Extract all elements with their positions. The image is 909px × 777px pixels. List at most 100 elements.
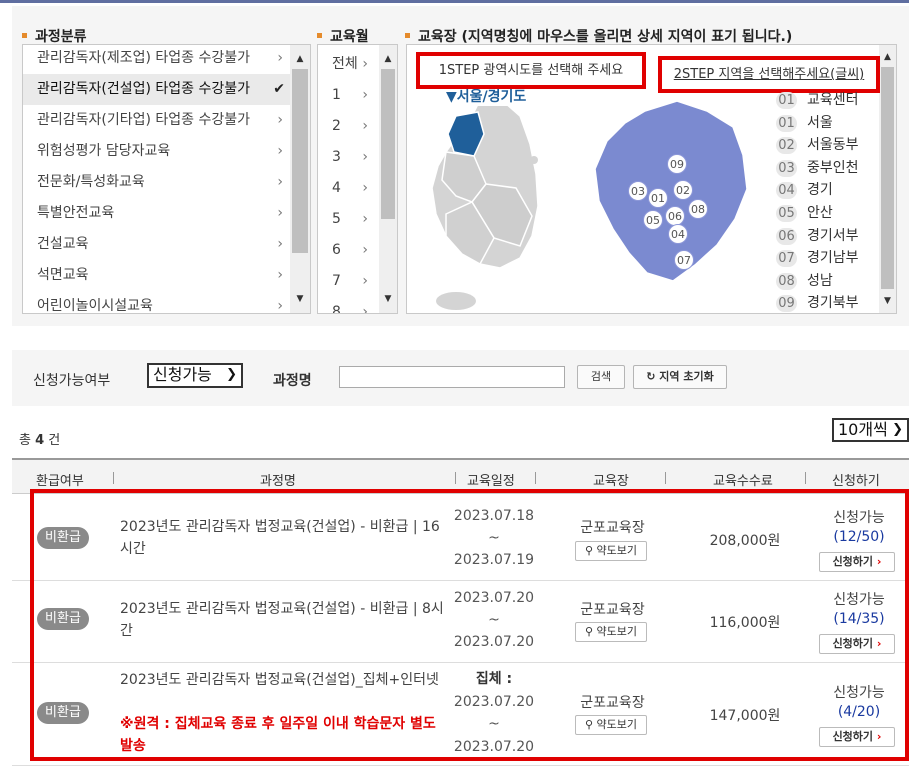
month-label: 2 bbox=[332, 118, 341, 134]
category-item[interactable]: 어린이놀이시설교육› bbox=[23, 291, 291, 314]
region-item[interactable]: 09경기북부 bbox=[776, 292, 859, 312]
month-item[interactable]: 4› bbox=[318, 173, 376, 204]
map-view-button[interactable]: ⚲ 약도보기 bbox=[575, 715, 647, 735]
month-item[interactable]: 5› bbox=[318, 204, 376, 235]
apply-status: 신청가능 bbox=[812, 682, 906, 702]
schedule-separator: ~ bbox=[445, 713, 543, 735]
course-title[interactable]: 2023년도 관리감독자 법정교육(건설업) - 비환급 | 16시간 bbox=[120, 516, 445, 560]
region-item[interactable]: 02서울동부 bbox=[776, 134, 859, 154]
row-divider bbox=[12, 580, 909, 581]
category-label: 특별안전교육 bbox=[37, 205, 114, 221]
refund-badge: 비환급 bbox=[37, 527, 89, 549]
scroll-down-icon[interactable]: ▼ bbox=[290, 291, 310, 307]
step2-instruction: 2STEP 지역을 선택해주세요(글씨) bbox=[658, 56, 880, 93]
category-item[interactable]: 건설교육 › bbox=[23, 229, 291, 260]
scroll-up-icon[interactable]: ▲ bbox=[379, 51, 397, 67]
refresh-icon: ↻ bbox=[646, 370, 659, 383]
category-label: 관리감독자(제조업) 타업종 수강불가 bbox=[37, 50, 250, 66]
scroll-down-icon[interactable]: ▼ bbox=[379, 291, 397, 307]
month-item[interactable]: 2› bbox=[318, 111, 376, 142]
row-divider bbox=[12, 765, 909, 766]
category-item[interactable]: 관리감독자(제조업) 타업종 수강불가› bbox=[23, 44, 291, 74]
reset-region-button[interactable]: ↻ 지역 초기화 bbox=[633, 365, 727, 389]
month-item[interactable]: 전체› bbox=[318, 49, 376, 80]
region-item[interactable]: 01교육센터 bbox=[776, 89, 859, 109]
apply-status: 신청가능 bbox=[812, 507, 906, 527]
month-scrollbar[interactable]: ▲ ▼ bbox=[379, 45, 397, 313]
refund-badge: 비환급 bbox=[37, 608, 89, 630]
region-number: 02 bbox=[776, 137, 797, 154]
month-item[interactable]: 7› bbox=[318, 266, 376, 297]
scroll-up-icon[interactable]: ▲ bbox=[879, 49, 896, 65]
region-item[interactable]: 08성남 bbox=[776, 270, 833, 290]
location-name: 군포교육장 bbox=[565, 599, 660, 619]
category-item[interactable]: 특별안전교육› bbox=[23, 198, 291, 229]
chevron-down-icon: ❯ bbox=[892, 420, 903, 440]
map-marker[interactable]: 06 bbox=[665, 206, 685, 226]
month-item[interactable]: 6› bbox=[318, 235, 376, 266]
divider bbox=[805, 472, 806, 484]
apply-button[interactable]: 신청하기 › bbox=[819, 634, 895, 654]
category-item[interactable]: 관리감독자(기타업) 타업종 수강불가› bbox=[23, 105, 291, 136]
apply-button[interactable]: 신청하기 › bbox=[819, 727, 895, 747]
region-name: 성남 bbox=[807, 273, 833, 289]
month-label: 5 bbox=[332, 211, 341, 227]
course-fee: 147,000원 bbox=[690, 705, 800, 725]
scroll-thumb[interactable] bbox=[292, 69, 308, 253]
map-marker[interactable]: 08 bbox=[688, 199, 708, 219]
month-item[interactable]: 1› bbox=[318, 80, 376, 111]
map-view-button[interactable]: ⚲ 약도보기 bbox=[575, 622, 647, 642]
scroll-thumb[interactable] bbox=[881, 67, 894, 289]
category-list[interactable]: 관리감독자(제조업) 타업종 수강불가›관리감독자(건설업) 타업종 수강불가✔… bbox=[22, 44, 311, 314]
category-item[interactable]: 전문화/특성화교육› bbox=[23, 167, 291, 198]
month-item[interactable]: 8› bbox=[318, 297, 376, 314]
month-list[interactable]: 전체›1›2›3›4›5›6›7›8› ▲ ▼ bbox=[317, 44, 398, 314]
map-marker[interactable]: 03 bbox=[628, 181, 648, 201]
region-item[interactable]: 07경기남부 bbox=[776, 247, 859, 267]
category-item[interactable]: 석면교육› bbox=[23, 260, 291, 291]
map-marker[interactable]: 04 bbox=[668, 224, 688, 244]
scroll-up-icon[interactable]: ▲ bbox=[290, 51, 310, 67]
course-title[interactable]: 2023년도 관리감독자 법정교육(건설업)_집체+인터넷 bbox=[120, 669, 445, 691]
ulleungdo[interactable] bbox=[530, 156, 538, 164]
divider bbox=[665, 472, 666, 484]
scroll-down-icon[interactable]: ▼ bbox=[879, 293, 896, 309]
gyeonggi-area[interactable] bbox=[595, 101, 747, 281]
region-item[interactable]: 04경기 bbox=[776, 179, 833, 199]
map-view-button[interactable]: ⚲ 약도보기 bbox=[575, 541, 647, 561]
region-item[interactable]: 06경기서부 bbox=[776, 225, 859, 245]
month-label: 전체 bbox=[332, 56, 358, 72]
map-marker[interactable]: 02 bbox=[673, 180, 693, 200]
map-marker[interactable]: 05 bbox=[643, 210, 663, 230]
category-label: 건설교육 bbox=[37, 236, 89, 252]
table-header bbox=[12, 458, 909, 494]
map-marker[interactable]: 01 bbox=[648, 188, 668, 208]
divider bbox=[455, 472, 456, 484]
region-item[interactable]: 01서울 bbox=[776, 112, 833, 132]
course-title[interactable]: 2023년도 관리감독자 법정교육(건설업) - 비환급 | 8시간 bbox=[120, 598, 445, 642]
course-name-input[interactable] bbox=[339, 366, 565, 388]
map-marker[interactable]: 07 bbox=[674, 250, 694, 270]
month-item[interactable]: 3› bbox=[318, 142, 376, 173]
schedule-type: 집체 : bbox=[445, 668, 543, 690]
korea-map[interactable] bbox=[416, 96, 556, 321]
availability-select[interactable]: 신청가능❯ bbox=[147, 363, 243, 388]
category-scrollbar[interactable]: ▲ ▼ bbox=[290, 45, 310, 313]
category-item[interactable]: 관리감독자(건설업) 타업종 수강불가✔ bbox=[23, 74, 291, 105]
header-apply: 신청하기 bbox=[832, 470, 880, 489]
scroll-thumb[interactable] bbox=[381, 69, 395, 219]
region-name: 경기북부 bbox=[807, 295, 859, 311]
region-item[interactable]: 05안산 bbox=[776, 202, 833, 222]
region-number: 04 bbox=[776, 182, 797, 199]
category-item[interactable]: 위험성평가 담당자교육› bbox=[23, 136, 291, 167]
month-label: 6 bbox=[332, 242, 341, 258]
jeju-island[interactable] bbox=[436, 292, 476, 310]
search-button[interactable]: 검색 bbox=[577, 365, 625, 389]
chevron-right-icon: › bbox=[277, 229, 283, 260]
region-scrollbar[interactable]: ▲ ▼ bbox=[879, 45, 896, 313]
region-item[interactable]: 03중부인천 bbox=[776, 157, 859, 177]
map-marker[interactable]: 09 bbox=[667, 154, 687, 174]
apply-button[interactable]: 신청하기 › bbox=[819, 552, 895, 572]
page-size-select[interactable]: 10개씩❯ bbox=[832, 418, 909, 442]
seat-count: (4/20) bbox=[812, 704, 906, 720]
